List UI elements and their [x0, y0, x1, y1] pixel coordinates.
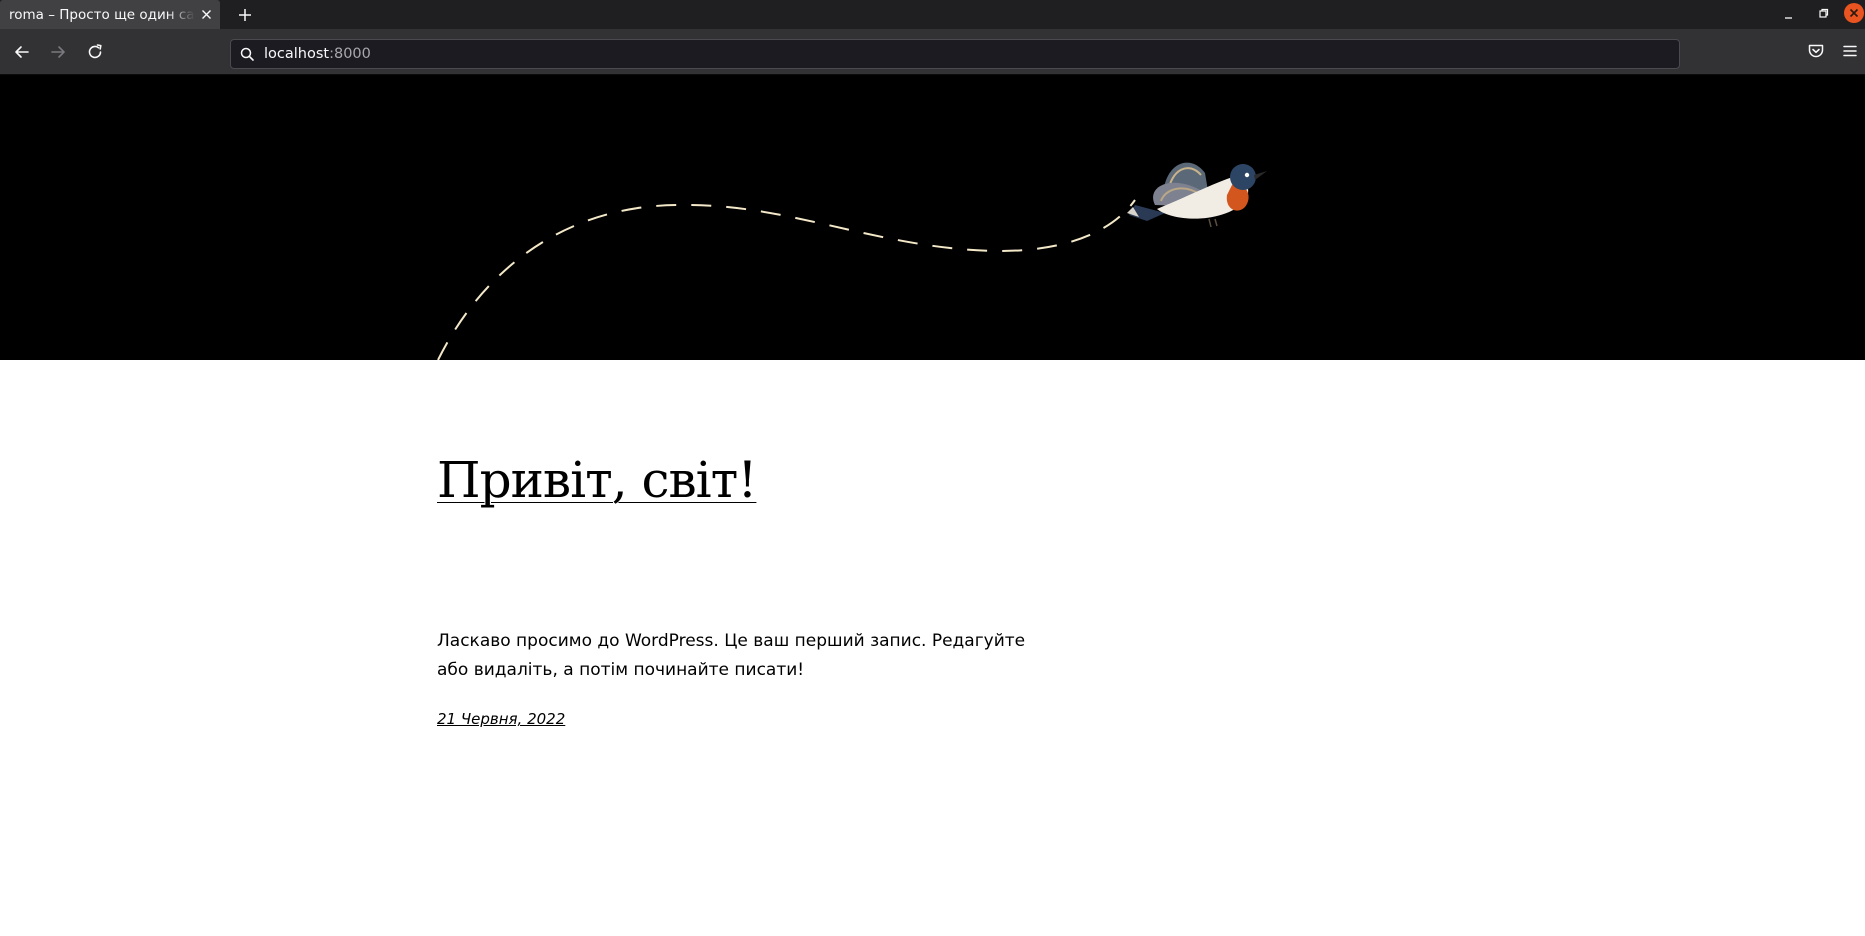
arrow-right-icon[interactable] [47, 41, 69, 63]
post-date-link[interactable]: 21 Червня, 2022 [437, 709, 565, 729]
web-page: Привіт, світ! Ласкаво просимо до WordPre… [0, 75, 1865, 936]
post-title-link[interactable]: Привіт, світ! [437, 449, 757, 511]
tab-strip: roma – Просто ще один сайт [0, 0, 1865, 29]
close-window-icon [1849, 8, 1859, 18]
bird [1127, 162, 1267, 228]
dashed-flight-path [437, 199, 1136, 360]
address-bar[interactable]: localhost:8000 [230, 39, 1680, 69]
pocket-icon[interactable] [1806, 41, 1826, 61]
close-icon[interactable] [198, 6, 215, 23]
post-excerpt: Ласкаво просимо до WordPress. Це ваш пер… [437, 631, 1026, 680]
hamburger-menu-icon[interactable] [1840, 41, 1860, 61]
url-text[interactable]: localhost:8000 [264, 45, 371, 64]
header-image [0, 75, 1865, 360]
nav-toolbar: localhost:8000 [0, 29, 1865, 75]
url-port: :8000 [329, 46, 371, 62]
search-icon [240, 47, 254, 61]
plus-icon[interactable] [234, 4, 256, 26]
tab-title: roma – Просто ще один сайт [9, 7, 195, 23]
reload-icon[interactable] [84, 41, 106, 63]
close-window-button[interactable] [1844, 3, 1864, 23]
restore-icon[interactable] [1813, 5, 1833, 25]
bird-illustration [437, 162, 1267, 360]
minimize-icon[interactable] [1779, 5, 1799, 25]
tab-active[interactable]: roma – Просто ще один сайт [0, 0, 220, 29]
url-host: localhost [264, 46, 330, 62]
arrow-left-icon[interactable] [11, 41, 33, 63]
